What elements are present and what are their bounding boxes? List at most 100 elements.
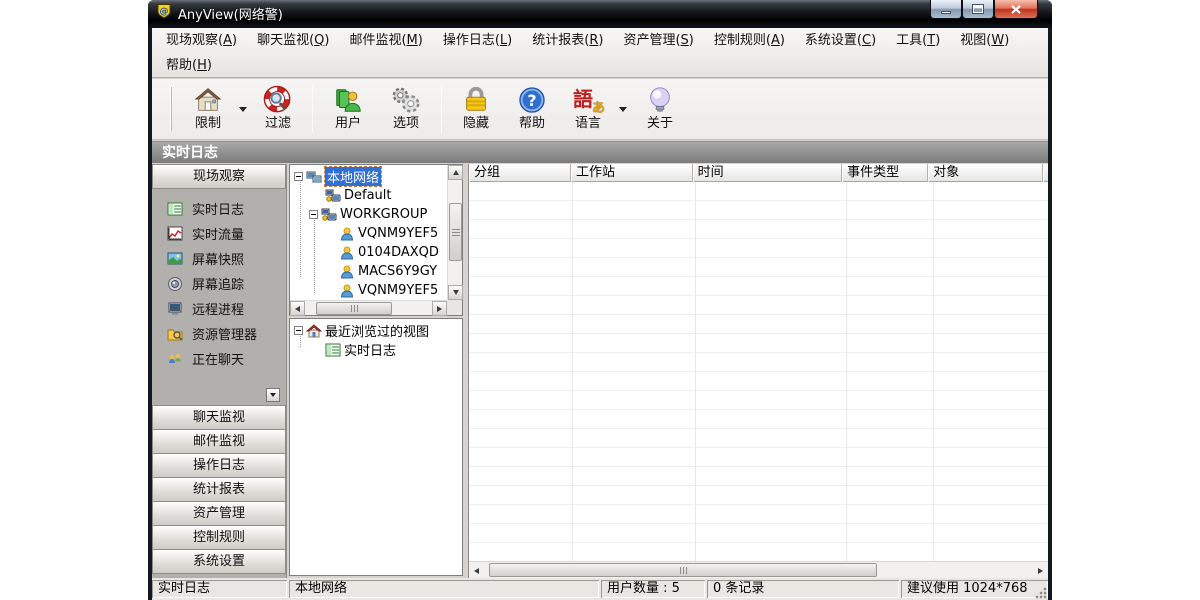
scroll-up-button[interactable] bbox=[448, 165, 463, 180]
users-icon bbox=[333, 82, 363, 115]
status-record-count: 0 条记录 bbox=[707, 580, 899, 598]
sidebar-item-now-chatting[interactable]: 正在聊天 bbox=[152, 346, 286, 371]
menu-chat-monitor[interactable]: 聊天监视(Q) bbox=[247, 30, 339, 52]
sidebar-scroll-down-button[interactable] bbox=[266, 388, 280, 402]
scroll-right-button[interactable] bbox=[432, 301, 447, 316]
menu-system-settings[interactable]: 系统设置(C) bbox=[795, 30, 886, 52]
house-icon bbox=[193, 82, 223, 115]
tree-node-workstation[interactable]: VQNM9YEF5 bbox=[336, 224, 444, 243]
sidebar-item-label: 实时流量 bbox=[192, 224, 244, 243]
users-button[interactable]: 用户 bbox=[319, 82, 377, 136]
traffic-chart-icon bbox=[167, 226, 183, 242]
scrollbar-thumb[interactable] bbox=[489, 563, 877, 577]
sidebar-section-live-observe[interactable]: 现场观察 bbox=[152, 164, 286, 189]
language-button[interactable]: 語 あ 语言 bbox=[560, 82, 616, 136]
hide-button[interactable]: 隐藏 bbox=[448, 82, 504, 136]
menu-help[interactable]: 帮助(H) bbox=[156, 55, 222, 77]
toolbar-separator bbox=[312, 85, 313, 133]
tree-node-workstation[interactable]: MACS6Y9GY bbox=[336, 262, 444, 281]
about-button[interactable]: 关于 bbox=[630, 82, 690, 136]
filter-button[interactable]: 过滤 bbox=[250, 82, 306, 136]
tree-node-workstation[interactable]: 0104DAXQD bbox=[336, 243, 444, 262]
menu-tools[interactable]: 工具(T) bbox=[886, 30, 950, 52]
column-header-group[interactable]: 分组 bbox=[469, 164, 571, 182]
grid-line bbox=[572, 182, 573, 561]
toolbar-grip[interactable] bbox=[170, 87, 172, 131]
toolbar-label: 过滤 bbox=[265, 116, 291, 131]
tree-horizontal-scrollbar[interactable] bbox=[290, 300, 447, 315]
sidebar-item-screen-snapshot[interactable]: 屏幕快照 bbox=[152, 246, 286, 271]
scrollbar-thumb[interactable] bbox=[449, 203, 462, 261]
sidebar-item-resource-explorer[interactable]: 资源管理器 bbox=[152, 321, 286, 346]
sidebar-group-asset-management[interactable]: 资产管理 bbox=[152, 501, 286, 526]
scroll-left-button[interactable] bbox=[469, 563, 484, 578]
scrollbar-thumb[interactable] bbox=[316, 302, 392, 315]
tree-node-label: 实时日志 bbox=[344, 340, 396, 359]
view-caption: 实时日志 bbox=[152, 141, 1048, 163]
column-header-time[interactable]: 时间 bbox=[693, 164, 842, 182]
tree-node-recent-views[interactable]: 最近浏览过的视图 bbox=[294, 321, 429, 340]
tree-node-label: VQNM9YEF5 bbox=[358, 283, 438, 298]
collapse-expander-icon[interactable] bbox=[294, 326, 303, 335]
sidebar-group-chat-monitor[interactable]: 聊天监视 bbox=[152, 405, 286, 430]
sidebar-group-operation-log[interactable]: 操作日志 bbox=[152, 453, 286, 478]
status-resolution-hint: 建议使用 1024*768 bbox=[901, 580, 1048, 598]
menu-bar: 现场观察(A) 聊天监视(Q) 邮件监视(M) 操作日志(L) 统计报表(R) … bbox=[152, 28, 1048, 78]
resize-grip[interactable] bbox=[1034, 586, 1047, 599]
toolbar: 限制 过滤 用户 bbox=[152, 79, 1048, 140]
options-button[interactable]: 选项 bbox=[377, 82, 435, 136]
scroll-down-button[interactable] bbox=[448, 285, 463, 300]
grid-line bbox=[846, 182, 847, 561]
tree-node-default-group[interactable]: Default bbox=[322, 186, 392, 205]
minimize-button[interactable] bbox=[930, 0, 962, 19]
tree-vertical-scrollbar[interactable] bbox=[447, 165, 462, 300]
sidebar-item-screen-tracking[interactable]: 屏幕追踪 bbox=[152, 271, 286, 296]
tree-node-label: VQNM9YEF5 bbox=[358, 226, 438, 241]
restrict-dropdown-caret[interactable] bbox=[236, 82, 250, 136]
menu-mail-monitor[interactable]: 邮件监视(M) bbox=[339, 30, 432, 52]
tree-node-label: Default bbox=[344, 188, 392, 203]
menu-statistics-report[interactable]: 统计报表(R) bbox=[522, 30, 613, 52]
restrict-button[interactable]: 限制 bbox=[180, 82, 236, 136]
sidebar-group-mail-monitor[interactable]: 邮件监视 bbox=[152, 429, 286, 454]
menu-live-observe[interactable]: 现场观察(A) bbox=[156, 30, 247, 52]
scroll-left-button[interactable] bbox=[290, 301, 305, 316]
status-selected-node: 本地网络 bbox=[289, 580, 599, 598]
sidebar-item-realtime-log[interactable]: 实时日志 bbox=[152, 196, 286, 221]
collapse-expander-icon[interactable] bbox=[294, 172, 303, 181]
arrow-left-icon bbox=[295, 306, 300, 312]
menu-operation-log[interactable]: 操作日志(L) bbox=[433, 30, 522, 52]
sidebar-group-statistics-report[interactable]: 统计报表 bbox=[152, 477, 286, 502]
tree-node-local-network[interactable]: 本地网络 bbox=[294, 167, 381, 186]
sidebar-group-system-settings[interactable]: 系统设置 bbox=[152, 549, 286, 574]
tree-node-workstation[interactable]: VQNM9YEF5 bbox=[336, 281, 444, 300]
sidebar-item-realtime-traffic[interactable]: 实时流量 bbox=[152, 221, 286, 246]
title-bar[interactable]: @ AnyView(网络警) bbox=[148, 0, 1052, 28]
sidebar-item-remote-process[interactable]: 远程进程 bbox=[152, 296, 286, 321]
status-current-view: 实时日志 bbox=[152, 580, 287, 598]
help-icon: ? bbox=[517, 82, 547, 115]
workstation-user-icon bbox=[339, 264, 355, 280]
column-header-object[interactable]: 对象 bbox=[928, 164, 1043, 182]
column-header-workstation[interactable]: 工作站 bbox=[571, 164, 693, 182]
client-area: 现场观察(A) 聊天监视(Q) 邮件监视(M) 操作日志(L) 统计报表(R) … bbox=[152, 28, 1048, 600]
column-header-event-type[interactable]: 事件类型 bbox=[842, 164, 928, 182]
tree-node-recent-realtime-log[interactable]: 实时日志 bbox=[322, 340, 396, 359]
menu-view[interactable]: 视图(W) bbox=[950, 30, 1019, 52]
toolbar-label: 帮助 bbox=[519, 116, 545, 131]
language-dropdown-caret[interactable] bbox=[616, 82, 630, 136]
maximize-button[interactable] bbox=[962, 0, 994, 19]
tree-node-workgroup[interactable]: WORKGROUP bbox=[309, 205, 427, 224]
sidebar-item-label: 正在聊天 bbox=[192, 349, 244, 368]
menu-asset-management[interactable]: 资产管理(S) bbox=[613, 30, 703, 52]
filter-lifebuoy-icon bbox=[263, 82, 293, 115]
table-header-row: 分组 工作站 时间 事件类型 对象 bbox=[469, 164, 1048, 182]
sidebar-group-control-rules[interactable]: 控制规则 bbox=[152, 525, 286, 550]
collapse-expander-icon[interactable] bbox=[309, 210, 318, 219]
close-button[interactable] bbox=[994, 0, 1038, 19]
scroll-right-button[interactable] bbox=[1033, 563, 1048, 578]
table-horizontal-scrollbar[interactable] bbox=[469, 561, 1048, 578]
help-button[interactable]: ? 帮助 bbox=[504, 82, 560, 136]
tree-node-label: WORKGROUP bbox=[340, 207, 427, 222]
menu-control-rules[interactable]: 控制规则(A) bbox=[704, 30, 795, 52]
